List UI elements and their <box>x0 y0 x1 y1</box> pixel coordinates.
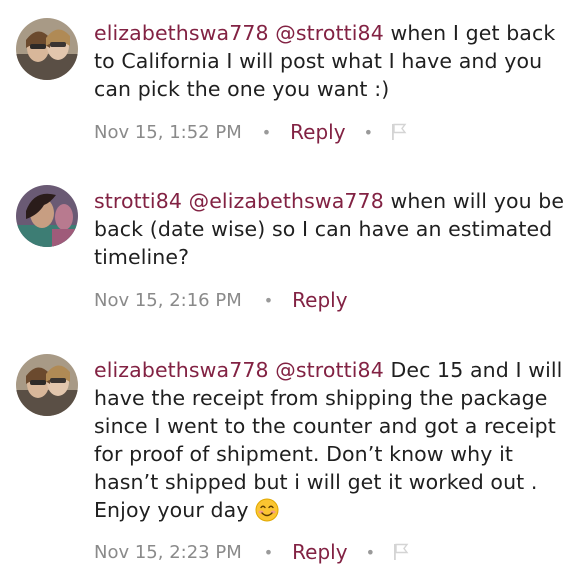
avatar[interactable] <box>16 18 78 80</box>
avatar[interactable] <box>16 185 78 247</box>
comment-username[interactable]: elizabethswa778 <box>94 358 269 382</box>
comment-timestamp: Nov 15, 1:52 PM <box>94 121 242 143</box>
comment-body: strotti84 @elizabethswa778 when will you… <box>94 187 566 271</box>
meta-separator: • <box>263 290 274 310</box>
reply-button[interactable]: Reply <box>292 288 347 312</box>
comment-username[interactable]: strotti84 <box>94 189 182 213</box>
smiling-face-emoji-icon <box>255 498 279 529</box>
comment-mention[interactable]: @strotti84 <box>275 358 384 382</box>
comment-timestamp: Nov 15, 2:16 PM <box>94 289 242 311</box>
comment-mention[interactable]: @strotti84 <box>275 21 384 45</box>
meta-separator: • <box>363 122 373 142</box>
meta-separator: • <box>261 122 272 142</box>
reply-button[interactable]: Reply <box>290 120 345 144</box>
comment-meta: Nov 15, 1:52 PM • Reply • <box>94 118 407 146</box>
comment-text: Dec 15 and I will have the receipt from … <box>94 358 563 522</box>
comment-username[interactable]: elizabethswa778 <box>94 21 269 45</box>
meta-separator: • <box>263 542 274 562</box>
comment-body: elizabethswa778 @strotti84 Dec 15 and I … <box>94 356 566 529</box>
comment-mention[interactable]: @elizabethswa778 <box>189 189 384 213</box>
avatar[interactable] <box>16 354 78 416</box>
flag-icon[interactable] <box>391 123 407 141</box>
comment-body: elizabethswa778 @strotti84 when I get ba… <box>94 19 566 103</box>
flag-icon[interactable] <box>393 543 409 561</box>
reply-button[interactable]: Reply <box>292 540 347 564</box>
meta-separator: • <box>365 542 375 562</box>
comment-timestamp: Nov 15, 2:23 PM <box>94 541 242 563</box>
comment-meta: Nov 15, 2:16 PM • Reply <box>94 286 348 314</box>
comment-meta: Nov 15, 2:23 PM • Reply • <box>94 538 409 566</box>
